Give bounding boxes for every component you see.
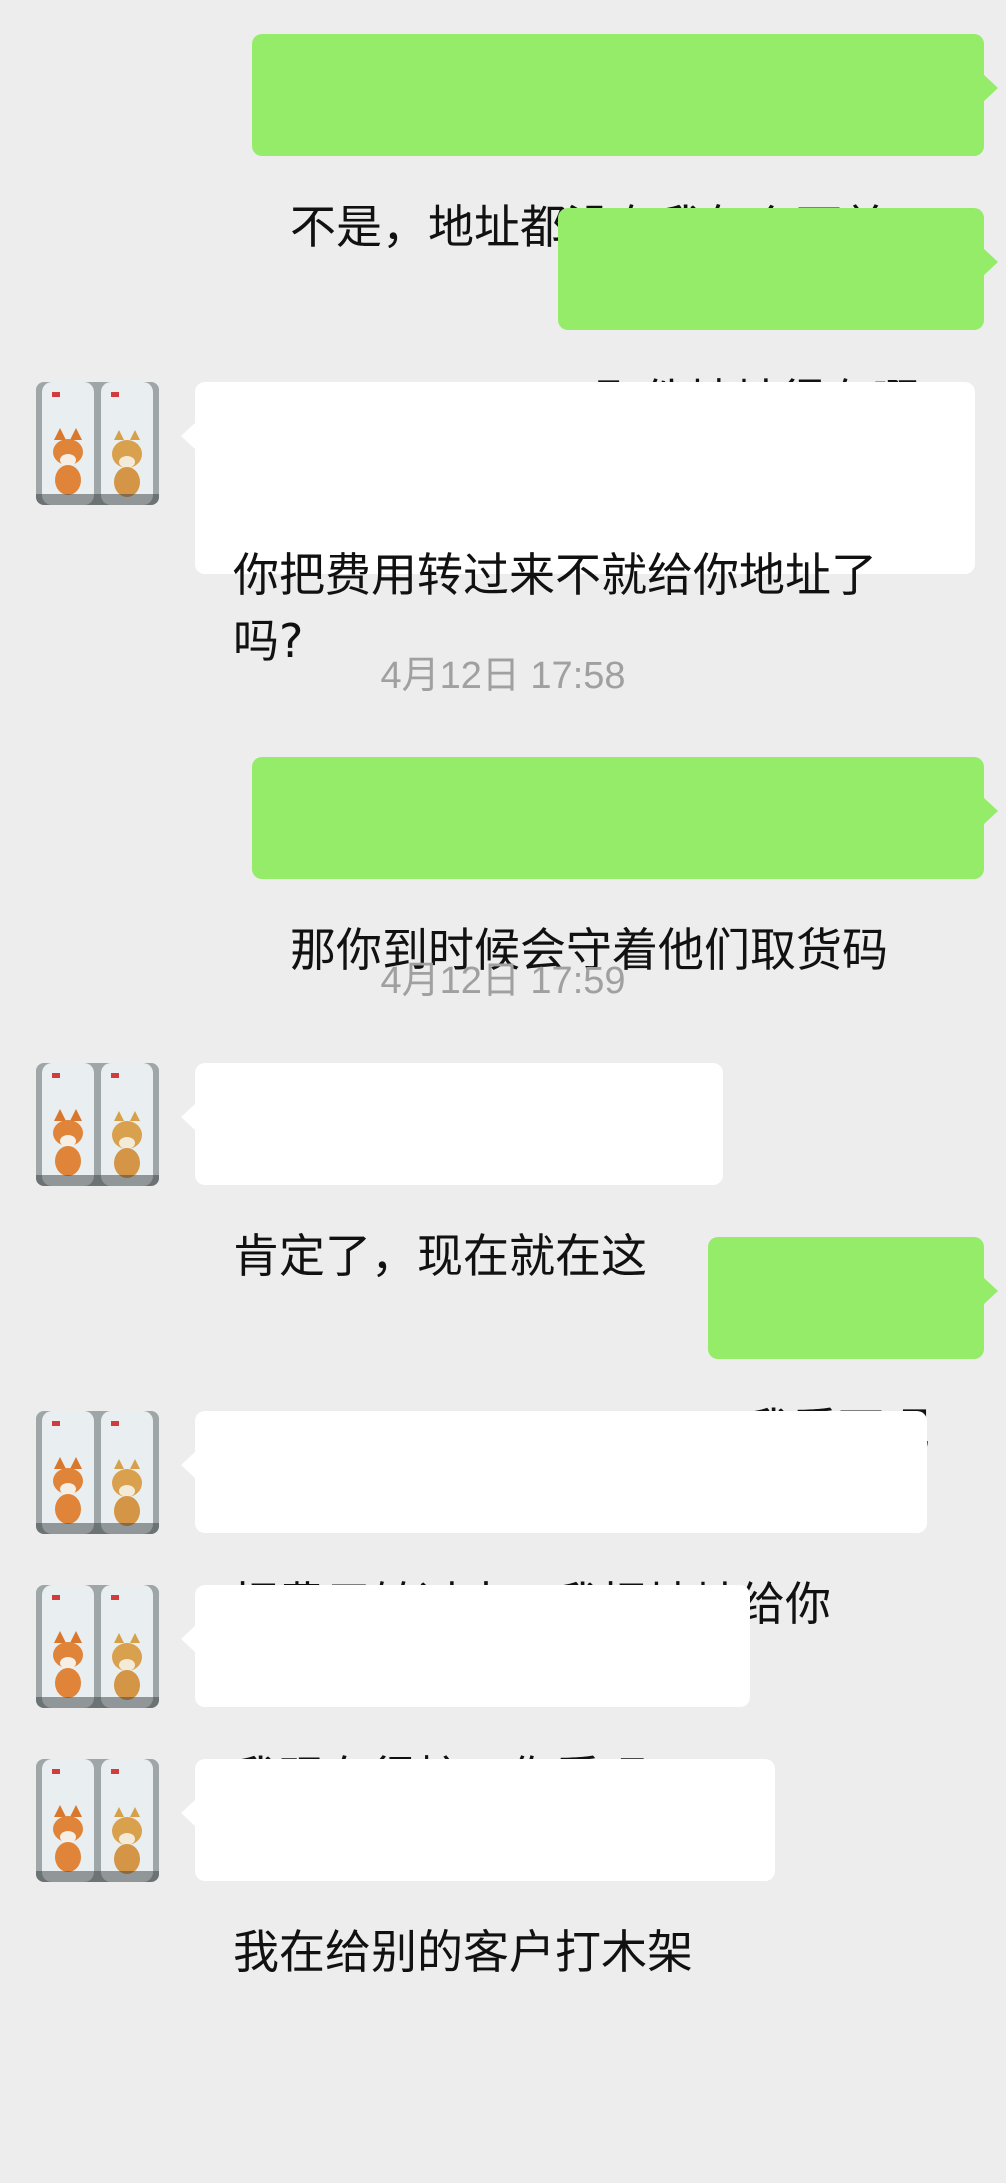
avatar-image <box>36 1063 159 1186</box>
bubble-tail <box>983 248 998 276</box>
avatar-image <box>36 1759 159 1882</box>
contact-avatar[interactable] <box>36 382 159 505</box>
avatar-image <box>36 1585 159 1708</box>
message-timestamp: 4月12日 17:59 <box>380 960 626 1002</box>
outgoing-message-bubble[interactable]: 取件地址得有啊 <box>558 208 998 428</box>
contact-avatar[interactable] <box>36 1411 159 1534</box>
message-timestamp: 4月12日 17:58 <box>380 655 626 697</box>
contact-avatar[interactable] <box>36 1585 159 1708</box>
avatar-image <box>36 382 159 505</box>
contact-avatar[interactable] <box>36 1063 159 1186</box>
incoming-message-bubble[interactable]: 我现在很忙，你看吧! <box>181 1585 750 1805</box>
bubble-tail <box>983 74 998 102</box>
bubble-tail <box>181 1625 196 1653</box>
message-text: 我在给别的客户打木架 <box>233 1925 693 1979</box>
outgoing-message-bubble[interactable]: 不是，地址都没有我怎么下单 <box>252 34 998 254</box>
incoming-message-bubble[interactable]: 我在给别的客户打木架 <box>181 1759 775 1979</box>
outgoing-message-bubble[interactable]: 我看下呢 <box>708 1237 998 1457</box>
bubble-tail <box>983 1277 998 1305</box>
message-text: 肯定了，现在就在这 <box>233 1229 647 1283</box>
bubble-tail <box>181 1103 196 1131</box>
outgoing-message-bubble[interactable]: 那你到时候会守着他们取货码 <box>252 757 998 977</box>
incoming-message-bubble[interactable]: 你把费用转过来不就给你地址了 吗? <box>181 382 975 668</box>
bubble-tail <box>181 1799 196 1827</box>
bubble-tail <box>181 1451 196 1479</box>
bubble-tail <box>983 797 998 825</box>
incoming-message-bubble[interactable]: 把费用转过来，我把地址给你 <box>181 1411 927 1631</box>
chat-message-list[interactable]: 不是，地址都没有我怎么下单 取件地址得有啊 你把费用转过来不就给你地 <box>0 0 1006 1979</box>
avatar-image <box>36 1411 159 1534</box>
incoming-message-bubble[interactable]: 肯定了，现在就在这 <box>181 1063 723 1283</box>
contact-avatar[interactable] <box>36 1759 159 1882</box>
bubble-tail <box>181 422 196 450</box>
